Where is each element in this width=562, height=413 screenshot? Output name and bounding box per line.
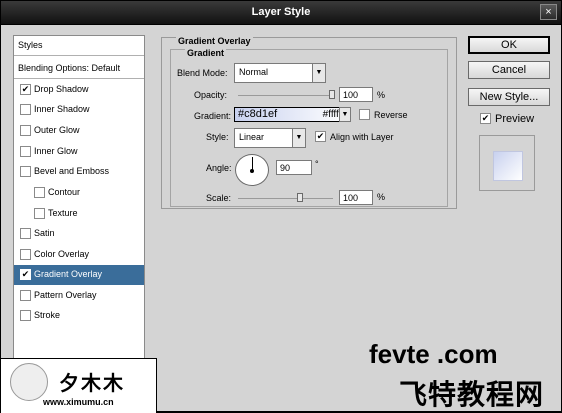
scale-unit: %	[377, 192, 386, 202]
close-icon[interactable]: ×	[540, 4, 557, 20]
reverse-checkbox[interactable]	[359, 109, 370, 120]
sidebar-item-label: Inner Glow	[34, 146, 78, 156]
sidebar-item-inner-shadow[interactable]: Inner Shadow	[14, 100, 144, 120]
sidebar-checkbox[interactable]	[20, 166, 31, 177]
sidebar-checkbox[interactable]	[20, 104, 31, 115]
gradient-start-color: #c8d1ef	[238, 108, 278, 120]
sidebar-item-label: Texture	[48, 208, 78, 218]
blend-mode-label: Blend Mode:	[177, 68, 228, 78]
angle-input[interactable]: 90	[276, 160, 312, 175]
scale-slider[interactable]	[238, 198, 333, 199]
preview-sample	[493, 151, 523, 181]
ximumu-watermark: 夕木木 www.ximumu.cn	[1, 358, 157, 413]
chevron-down-icon: ▼	[312, 64, 325, 82]
scale-label: Scale:	[206, 193, 232, 203]
styles-list: Styles Blending Options: Default ✔ Drop Sha…	[13, 35, 145, 365]
opacity-unit: %	[377, 90, 386, 100]
ximumu-logo-icon	[10, 363, 48, 401]
blend-mode-value: Normal	[239, 67, 269, 77]
sidebar-item-satin[interactable]: Satin	[14, 224, 144, 244]
sidebar-item-label: Outer Glow	[34, 125, 80, 135]
sidebar-item-color-overlay[interactable]: Color Overlay	[14, 245, 144, 265]
sidebar-checkbox[interactable]	[34, 187, 45, 198]
align-with-layer-checkbox[interactable]: ✔	[315, 131, 326, 142]
ximumu-url: www.ximumu.cn	[43, 397, 114, 407]
group-title: Gradient Overlay	[176, 36, 253, 46]
sidebar-checkbox[interactable]	[20, 228, 31, 239]
ximumu-name: 夕木木	[59, 373, 125, 395]
scale-slider-thumb[interactable]	[296, 193, 303, 202]
sidebar-item-styles[interactable]: Styles	[14, 36, 144, 56]
reverse-label: Reverse	[374, 110, 408, 120]
chevron-down-icon: ▼	[292, 129, 305, 147]
sidebar-item-blending-options-default[interactable]: Blending Options: Default	[14, 59, 144, 79]
subgroup-title: Gradient	[185, 48, 227, 58]
layer-style-dialog: Layer Style × Styles Blending Options: De…	[0, 0, 562, 413]
sidebar-item-label: Contour	[48, 187, 81, 197]
sidebar-item-pattern-overlay[interactable]: Pattern Overlay	[14, 286, 144, 306]
sidebar-item-label: Styles	[18, 40, 43, 50]
sidebar-checkbox[interactable]	[20, 290, 31, 301]
sidebar-item-texture[interactable]: Texture	[14, 204, 144, 224]
sidebar-item-label: Bevel and Emboss	[34, 166, 110, 176]
sidebar-checkbox[interactable]	[20, 125, 31, 136]
sidebar-item-contour[interactable]: Contour	[14, 183, 144, 203]
cancel-button[interactable]: Cancel	[468, 61, 550, 79]
window-title: Layer Style	[251, 6, 311, 18]
align-with-layer-label: Align with Layer	[330, 132, 394, 142]
sidebar-item-label: Gradient Overlay	[34, 269, 103, 279]
angle-dial[interactable]	[235, 154, 269, 186]
style-select[interactable]: Linear ▼	[234, 128, 306, 148]
sidebar-item-label: Stroke	[34, 310, 61, 320]
sidebar-item-drop-shadow[interactable]: ✔ Drop Shadow	[14, 80, 144, 100]
fevte-url: fevte .com	[369, 339, 498, 369]
angle-label: Angle:	[206, 163, 232, 173]
sidebar-item-label: Satin	[34, 228, 55, 238]
preview-label: Preview	[495, 113, 535, 125]
titlebar: Layer Style ×	[1, 1, 561, 25]
preview-swatch	[479, 135, 535, 191]
blend-mode-select[interactable]: Normal ▼	[234, 63, 326, 83]
sidebar-item-outer-glow[interactable]: Outer Glow	[14, 121, 144, 141]
angle-unit: °	[315, 159, 319, 169]
sidebar-item-stroke[interactable]: Stroke	[14, 306, 144, 326]
style-value: Linear	[239, 132, 265, 142]
new-style-button[interactable]: New Style...	[468, 88, 550, 106]
sidebar-item-label: Blending Options: Default	[18, 63, 121, 73]
sidebar-item-label: Inner Shadow	[34, 104, 90, 114]
sidebar-item-bevel-and-emboss[interactable]: Bevel and Emboss	[14, 162, 144, 182]
sidebar-item-inner-glow[interactable]: Inner Glow	[14, 142, 144, 162]
style-label: Style:	[206, 132, 229, 142]
opacity-slider[interactable]	[238, 95, 333, 96]
sidebar-checkbox[interactable]	[20, 146, 31, 157]
gradient-dropdown-icon[interactable]: ▼	[339, 107, 351, 122]
angle-center	[250, 169, 254, 173]
gradient-label: Gradient:	[194, 111, 232, 121]
sidebar-item-gradient-overlay[interactable]: ✔ Gradient Overlay	[14, 265, 144, 285]
scale-input[interactable]: 100	[339, 190, 373, 205]
opacity-input[interactable]: 100	[339, 87, 373, 102]
opacity-slider-thumb[interactable]	[329, 90, 335, 99]
sidebar-checkbox[interactable]	[34, 208, 45, 219]
sidebar-checkbox[interactable]	[20, 249, 31, 260]
preview-checkbox[interactable]: ✔	[480, 113, 491, 124]
sidebar-checkbox[interactable]: ✔	[20, 84, 31, 95]
sidebar-checkbox[interactable]: ✔	[20, 269, 31, 280]
gradient-picker[interactable]: #c8d1ef #ffffff	[234, 107, 349, 122]
ok-button[interactable]: OK	[468, 36, 550, 54]
sidebar-item-label: Drop Shadow	[34, 84, 89, 94]
sidebar-checkbox[interactable]	[20, 310, 31, 321]
opacity-label: Opacity:	[194, 90, 228, 100]
fevte-name: 飞特教程网	[399, 379, 545, 410]
sidebar-item-label: Pattern Overlay	[34, 290, 97, 300]
sidebar-item-label: Color Overlay	[34, 249, 90, 259]
